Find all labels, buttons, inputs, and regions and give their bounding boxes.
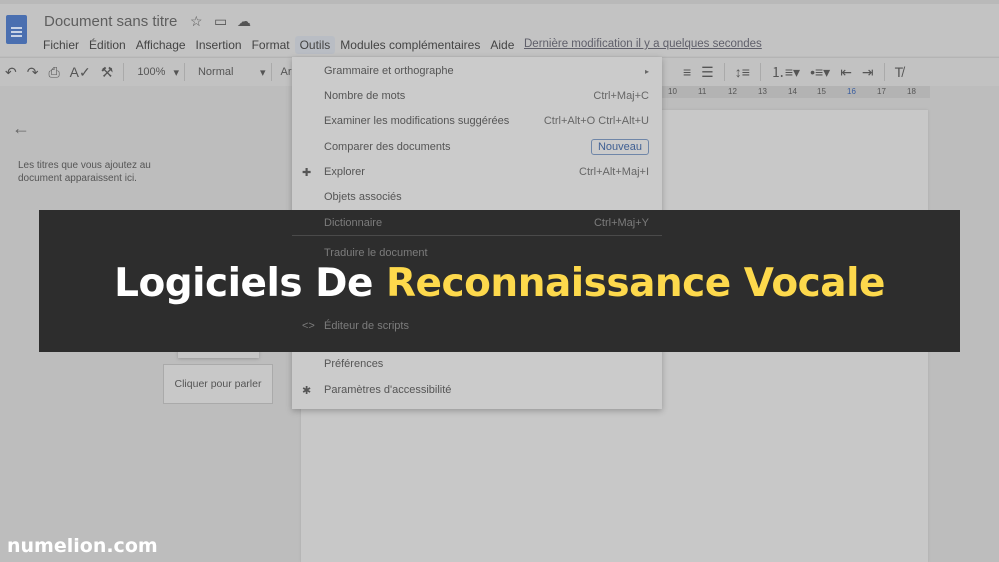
menu-item-label: Traduire le document xyxy=(324,247,428,259)
star-icon[interactable]: ☆ xyxy=(190,13,203,30)
menu-item-explore[interactable]: ✚ Explorer Ctrl+Alt+Maj+I xyxy=(302,162,649,182)
zoom-select[interactable]: 100% xyxy=(129,66,173,78)
menu-fichier[interactable]: Fichier xyxy=(38,36,84,54)
menu-item-compare-documents[interactable]: Comparer des documents Nouveau xyxy=(324,137,649,157)
ruler-indent-marker[interactable]: 16 xyxy=(847,87,856,96)
shortcut: Ctrl+Alt+O Ctrl+Alt+U xyxy=(543,115,649,127)
menu-bar: Fichier Édition Affichage Insertion Form… xyxy=(38,36,519,54)
divider xyxy=(270,63,272,81)
menu-item-label: Dictionnaire xyxy=(324,217,383,229)
menu-item-dictionary[interactable]: Dictionnaire Ctrl+Maj+Y xyxy=(324,213,649,233)
docs-logo-icon[interactable] xyxy=(6,15,27,44)
divider xyxy=(883,63,885,81)
menu-format[interactable]: Format xyxy=(247,36,295,54)
brand-watermark: numelion.com xyxy=(7,535,158,557)
menu-edition[interactable]: Édition xyxy=(84,36,131,54)
menu-aide[interactable]: Aide xyxy=(485,36,519,54)
ruler-tick: 18 xyxy=(907,87,916,96)
menu-item-label: Nombre de mots xyxy=(324,90,406,102)
menu-item-label: Grammaire et orthographe xyxy=(324,65,454,77)
explore-icon: ✚ xyxy=(302,166,312,179)
divider xyxy=(723,63,725,81)
ruler-tick: 10 xyxy=(668,87,677,96)
menu-item-grammar[interactable]: Grammaire et orthographe ▸ xyxy=(324,61,649,81)
code-icon: <> xyxy=(302,320,315,332)
ruler-tick: 13 xyxy=(758,87,767,96)
line-spacing-icon[interactable]: ↕≡ xyxy=(730,64,755,80)
chevron-down-icon: ▾ xyxy=(173,66,179,79)
voice-tooltip: Cliquer pour parler xyxy=(163,364,273,404)
print-icon[interactable]: ⎙ xyxy=(43,64,64,81)
menu-item-script-editor[interactable]: <> Éditeur de scripts xyxy=(302,316,649,336)
document-title[interactable]: Document sans titre xyxy=(44,13,177,30)
headline-white: Logiciels De xyxy=(114,261,387,306)
headline-highlight: Reconnaissance Vocale xyxy=(386,261,885,306)
undo-icon[interactable]: ↶ xyxy=(0,64,22,81)
arrow-left-icon[interactable]: ← xyxy=(12,118,30,139)
ruler-tick: 14 xyxy=(788,87,797,96)
divider xyxy=(183,63,185,81)
menu-item-label: Préférences xyxy=(324,358,384,370)
divider xyxy=(123,63,125,81)
menu-item-word-count[interactable]: Nombre de mots Ctrl+Maj+C xyxy=(324,86,649,106)
headline: Logiciels De Reconnaissance Vocale xyxy=(114,264,885,303)
chevron-down-icon: ▾ xyxy=(259,66,266,79)
align-right-icon[interactable]: ≡ xyxy=(678,64,696,80)
bulleted-list-icon[interactable]: •≡▾ xyxy=(805,64,835,81)
decrease-indent-icon[interactable]: ⇤ xyxy=(835,64,857,81)
outline-placeholder: Les titres que vous ajoutez au document … xyxy=(18,160,151,184)
menu-insertion[interactable]: Insertion xyxy=(191,36,247,54)
chevron-right-icon: ▸ xyxy=(644,66,649,76)
ruler-tick: 11 xyxy=(698,87,707,96)
style-select[interactable]: Normal xyxy=(190,66,260,78)
cloud-icon: ☁ xyxy=(237,13,251,29)
menu-affichage[interactable]: Affichage xyxy=(131,36,191,54)
menu-item-label: Objets associés xyxy=(324,191,402,203)
menu-item-label: Explorer xyxy=(324,166,365,178)
menu-item-label: Comparer des documents xyxy=(324,141,451,153)
menu-item-label: Éditeur de scripts xyxy=(324,320,409,332)
menu-item-review-suggestions[interactable]: Examiner les modifications suggérées Ctrl… xyxy=(324,111,649,131)
justify-icon[interactable]: ☰ xyxy=(696,64,719,81)
redo-icon[interactable]: ↷ xyxy=(22,64,44,81)
shortcut: Ctrl+Maj+Y xyxy=(593,217,649,229)
folder-icon[interactable]: ▭ xyxy=(214,13,227,30)
divider xyxy=(759,63,761,81)
ruler-tick: 15 xyxy=(817,87,826,96)
new-badge: Nouveau xyxy=(590,139,649,155)
shortcut: Ctrl+Maj+C xyxy=(593,90,649,102)
last-modified-link[interactable]: Dernière modification il y a quelques se… xyxy=(524,38,762,50)
menu-item-label: Examiner les modifications suggérées xyxy=(324,115,510,127)
ruler-tick: 12 xyxy=(728,87,737,96)
paint-format-icon[interactable]: ⚒ xyxy=(96,64,119,81)
spellcheck-icon[interactable]: A✓ xyxy=(65,64,96,81)
menu-item-label: Paramètres d'accessibilité xyxy=(324,384,452,396)
menu-outils[interactable]: Outils xyxy=(294,36,336,54)
menu-divider xyxy=(292,235,662,236)
clear-formatting-icon[interactable]: T̸ xyxy=(890,64,909,80)
menu-item-linked-objects[interactable]: Objets associés xyxy=(324,187,649,207)
menu-item-accessibility[interactable]: ✱ Paramètres d'accessibilité xyxy=(302,380,649,400)
shortcut: Ctrl+Alt+Maj+I xyxy=(579,166,649,178)
ruler-tick: 17 xyxy=(877,87,886,96)
menu-item-translate[interactable]: Traduire le document xyxy=(324,243,649,263)
numbered-list-icon[interactable]: ⒈≡▾ xyxy=(766,62,805,82)
menu-item-preferences[interactable]: Préférences xyxy=(324,354,649,374)
accessibility-icon: ✱ xyxy=(302,384,312,397)
increase-indent-icon[interactable]: ⇥ xyxy=(857,64,879,81)
menu-modules[interactable]: Modules complémentaires xyxy=(335,36,485,54)
